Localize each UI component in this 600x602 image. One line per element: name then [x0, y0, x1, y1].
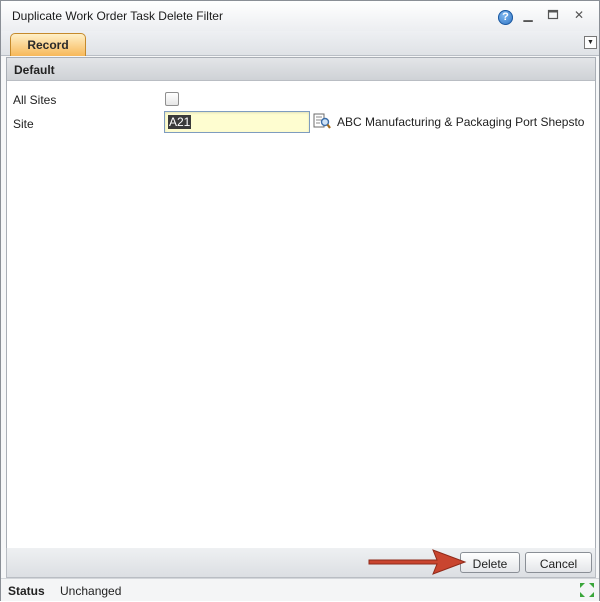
site-description: ABC Manufacturing & Packaging Port Sheps…	[337, 115, 585, 129]
restore-icon	[547, 9, 559, 20]
arrow-icon	[368, 549, 467, 575]
expand-icon[interactable]	[578, 581, 596, 599]
status-bar: Status Unchanged	[1, 578, 599, 601]
tab-strip: Record ▼	[1, 31, 599, 56]
site-input-value: A21	[168, 115, 192, 129]
all-sites-label: All Sites	[13, 93, 57, 107]
status-label: Status	[8, 584, 45, 598]
lookup-icon[interactable]	[313, 112, 331, 130]
help-icon[interactable]: ?	[498, 10, 513, 25]
tab-record[interactable]: Record	[10, 33, 86, 56]
restore-button[interactable]	[545, 8, 561, 22]
minimize-button[interactable]: ▁	[520, 8, 536, 22]
cancel-button[interactable]: Cancel	[525, 552, 592, 573]
site-input[interactable]: A21	[164, 111, 310, 133]
delete-button[interactable]: Delete	[460, 552, 520, 573]
close-button[interactable]: ✕	[571, 8, 587, 22]
section-title: Default	[14, 63, 55, 77]
button-bar: Delete Cancel	[6, 548, 596, 578]
tab-menu-button[interactable]: ▼	[584, 36, 597, 49]
all-sites-checkbox[interactable]	[165, 92, 179, 106]
site-label: Site	[13, 117, 34, 131]
dialog-window: Duplicate Work Order Task Delete Filter …	[0, 0, 600, 601]
record-panel: Default All Sites Site A21 ABC Manufactu…	[6, 57, 596, 549]
title-bar: Duplicate Work Order Task Delete Filter …	[1, 1, 599, 31]
status-value: Unchanged	[60, 584, 122, 598]
section-header: Default	[7, 58, 595, 81]
window-title: Duplicate Work Order Task Delete Filter	[12, 9, 223, 23]
